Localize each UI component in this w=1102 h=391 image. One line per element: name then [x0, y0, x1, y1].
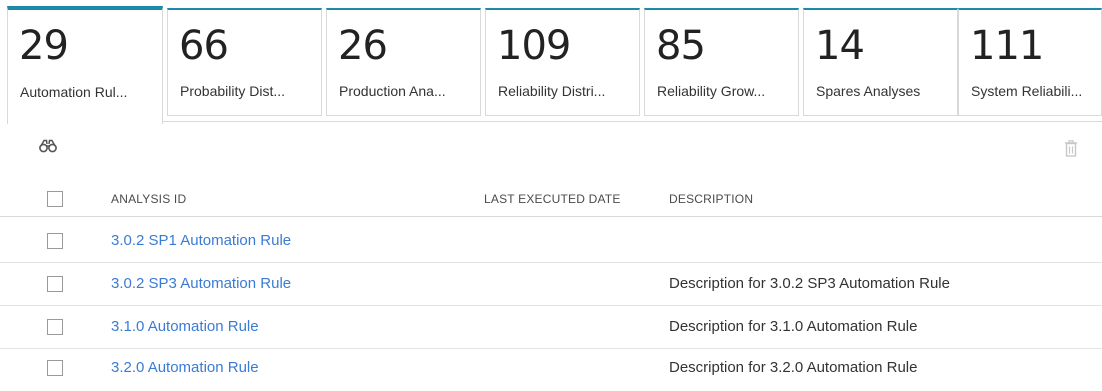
tab-label: Production Ana...: [339, 83, 446, 99]
tab-label: System Reliabili...: [971, 83, 1083, 99]
binoculars-icon[interactable]: [39, 139, 57, 153]
tab-label: Reliability Grow...: [657, 83, 766, 99]
description: Description for 3.0.2 SP3 Automation Rul…: [669, 275, 950, 292]
table-header: ANALYSIS ID LAST EXECUTED DATE DESCRIPTI…: [0, 182, 1102, 217]
tab-count: 26: [338, 23, 388, 69]
row-checkbox[interactable]: [47, 276, 63, 292]
tab-count: 109: [497, 23, 571, 69]
tabs-baseline: [163, 121, 1102, 122]
row-checkbox[interactable]: [47, 319, 63, 335]
tab-label: Spares Analyses: [816, 83, 921, 99]
description: Description for 3.2.0 Automation Rule: [669, 359, 918, 376]
tab-reliability-growth[interactable]: 85 Reliability Grow...: [644, 8, 799, 116]
column-header-last-executed-date[interactable]: LAST EXECUTED DATE: [484, 192, 621, 206]
table-row[interactable]: 3.0.2 SP1 Automation Rule: [0, 220, 1102, 263]
tab-probability-distribution[interactable]: 66 Probability Dist...: [167, 8, 322, 116]
tab-system-reliability[interactable]: 111 System Reliabili...: [958, 8, 1102, 116]
tab-count: 29: [19, 23, 69, 69]
tab-count: 85: [656, 23, 706, 69]
row-checkbox[interactable]: [47, 233, 63, 249]
tab-count: 14: [815, 23, 865, 69]
tab-label: Probability Dist...: [180, 83, 286, 99]
analysis-id-link[interactable]: 3.2.0 Automation Rule: [111, 359, 259, 376]
description: Description for 3.1.0 Automation Rule: [669, 318, 918, 335]
analysis-tabs: 29 Automation Rul... 66 Probability Dist…: [7, 6, 1102, 124]
tab-reliability-distribution[interactable]: 109 Reliability Distri...: [485, 8, 640, 116]
column-header-description[interactable]: DESCRIPTION: [669, 192, 753, 206]
analysis-id-link[interactable]: 3.1.0 Automation Rule: [111, 318, 259, 335]
analysis-id-link[interactable]: 3.0.2 SP3 Automation Rule: [111, 275, 291, 292]
tab-label: Automation Rul...: [20, 84, 128, 100]
table-row[interactable]: 3.1.0 Automation Rule Description for 3.…: [0, 306, 1102, 349]
tab-label: Reliability Distri...: [498, 83, 606, 99]
table-row[interactable]: 3.0.2 SP3 Automation Rule Description fo…: [0, 263, 1102, 306]
tab-count: 111: [970, 23, 1044, 69]
tab-production-analysis[interactable]: 26 Production Ana...: [326, 8, 481, 116]
analysis-id-link[interactable]: 3.0.2 SP1 Automation Rule: [111, 232, 291, 249]
column-header-analysis-id[interactable]: ANALYSIS ID: [111, 192, 186, 206]
tab-count: 66: [179, 23, 229, 69]
trash-icon[interactable]: [1064, 140, 1078, 157]
tab-automation-rules[interactable]: 29 Automation Rul...: [7, 6, 163, 124]
select-all-checkbox[interactable]: [47, 191, 63, 207]
tab-spares-analyses[interactable]: 14 Spares Analyses: [803, 8, 958, 116]
row-checkbox[interactable]: [47, 360, 63, 376]
